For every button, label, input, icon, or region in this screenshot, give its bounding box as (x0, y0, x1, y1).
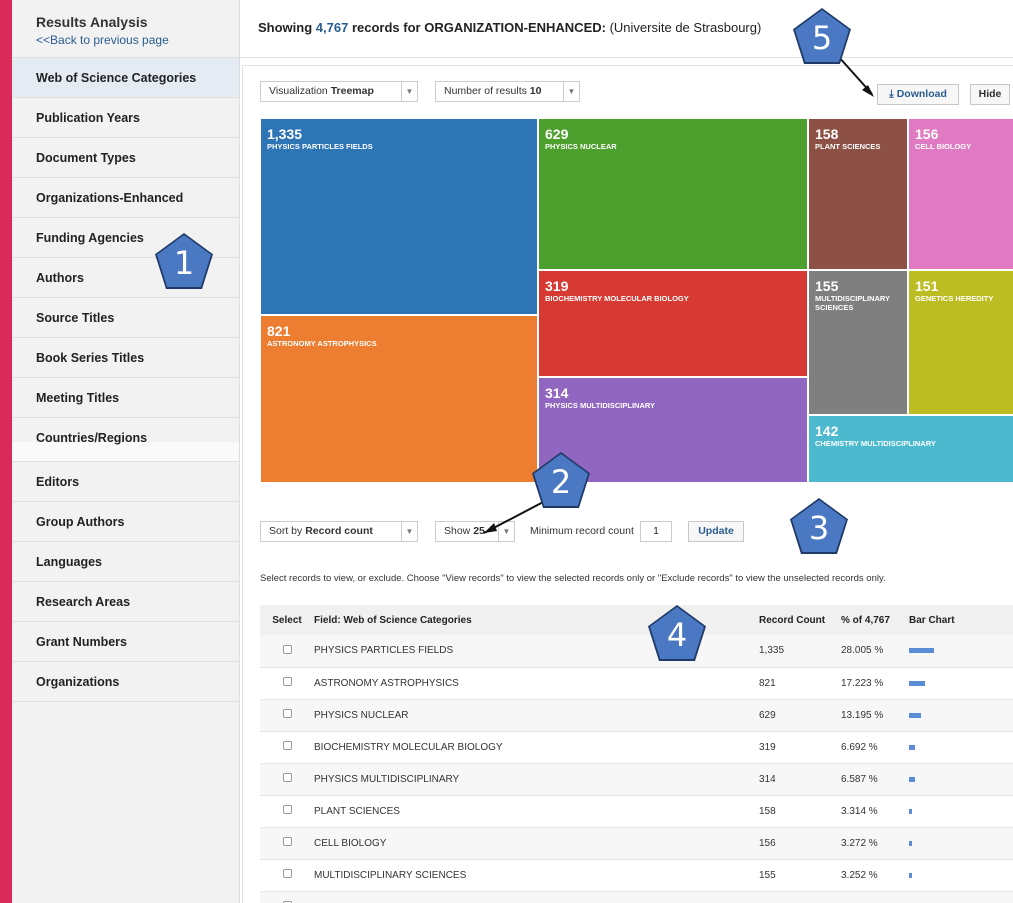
arrow-head (862, 85, 874, 97)
arrow-head (484, 523, 497, 533)
callout-arrows (483, 55, 874, 534)
